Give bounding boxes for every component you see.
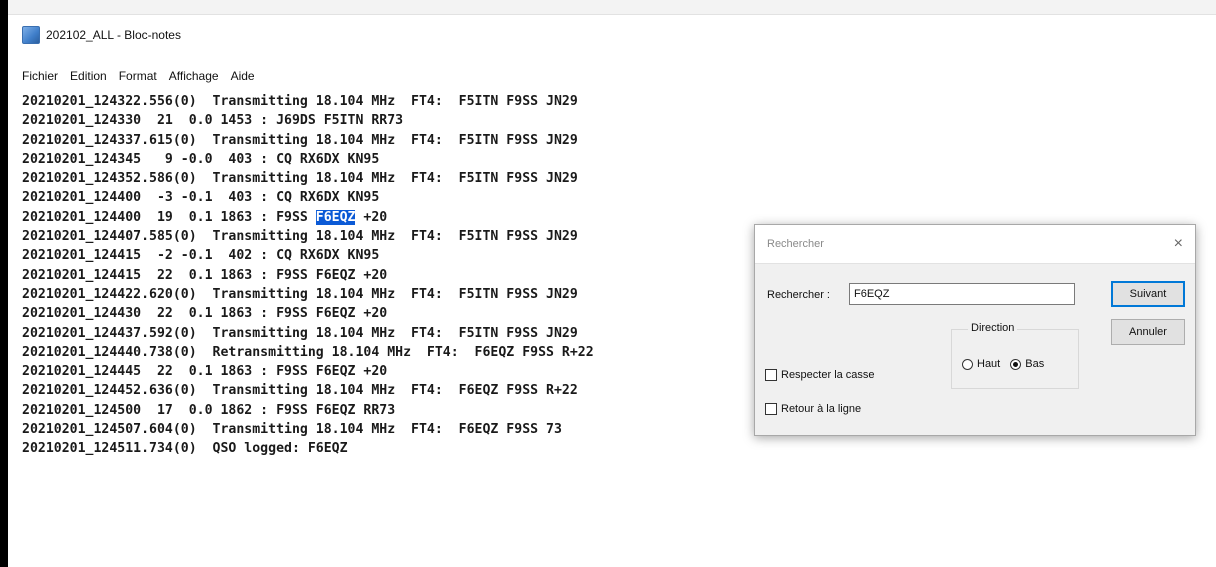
menu-edition[interactable]: Edition xyxy=(64,69,113,83)
wrap-around-option[interactable]: Retour à la ligne xyxy=(765,403,861,415)
radio-up-label: Haut xyxy=(977,358,1001,370)
text-line: 20210201_124352.586(0) Transmitting 18.1… xyxy=(22,171,578,187)
radio-down[interactable] xyxy=(1010,358,1022,370)
wrap-around-checkbox[interactable] xyxy=(765,403,777,415)
window-title: 202102_ALL - Bloc-notes xyxy=(46,28,181,42)
cancel-button[interactable]: Annuler xyxy=(1111,319,1185,345)
search-match-highlight: F6EQZ xyxy=(315,209,356,225)
text-line-segment: +20 xyxy=(355,209,388,225)
title-bar: 202102_ALL - Bloc-notes xyxy=(8,22,1216,48)
text-line: 20210201_124337.615(0) Transmitting 18.1… xyxy=(22,132,578,148)
text-line: 20210201_124511.734(0) QSO logged: F6EQZ xyxy=(22,441,348,457)
menu-bar: Fichier Edition Format Affichage Aide xyxy=(8,66,1216,86)
find-dialog-titlebar: Rechercher × xyxy=(755,225,1195,264)
find-next-button[interactable]: Suivant xyxy=(1111,281,1185,307)
find-dialog: Rechercher × Rechercher : F6EQZ Suivant … xyxy=(754,224,1196,436)
find-dialog-title: Rechercher xyxy=(767,238,824,250)
radio-down-label: Bas xyxy=(1025,358,1045,370)
direction-group: Direction Haut Bas xyxy=(951,322,1079,389)
match-case-option[interactable]: Respecter la casse xyxy=(765,369,875,381)
window-top-strip xyxy=(8,0,1216,15)
text-line: 20210201_124322.556(0) Transmitting 18.1… xyxy=(22,94,578,109)
direction-radios: Haut Bas xyxy=(962,358,1054,370)
close-icon[interactable]: × xyxy=(1174,236,1183,252)
notepad-icon xyxy=(22,26,40,44)
text-line: 20210201_124330 21 0.0 1453 : J69DS F5IT… xyxy=(22,113,404,129)
menu-format[interactable]: Format xyxy=(113,69,163,83)
match-case-checkbox[interactable] xyxy=(765,369,777,381)
menu-affichage[interactable]: Affichage xyxy=(163,69,225,83)
menu-aide[interactable]: Aide xyxy=(225,69,261,83)
search-input[interactable]: F6EQZ xyxy=(849,283,1075,305)
menu-fichier[interactable]: Fichier xyxy=(8,69,64,83)
match-case-label: Respecter la casse xyxy=(781,369,875,381)
text-line: 20210201_124345 9 -0.0 403 : CQ RX6DX KN… xyxy=(22,151,380,167)
direction-label: Direction xyxy=(968,322,1018,334)
text-line-segment: 20210201_124400 19 0.1 1863 : F9SS xyxy=(22,209,316,225)
wrap-around-label: Retour à la ligne xyxy=(781,403,862,415)
search-label: Rechercher : xyxy=(767,289,830,301)
radio-up[interactable] xyxy=(962,358,973,370)
text-line: 20210201_124400 -3 -0.1 403 : CQ RX6DX K… xyxy=(22,190,380,206)
